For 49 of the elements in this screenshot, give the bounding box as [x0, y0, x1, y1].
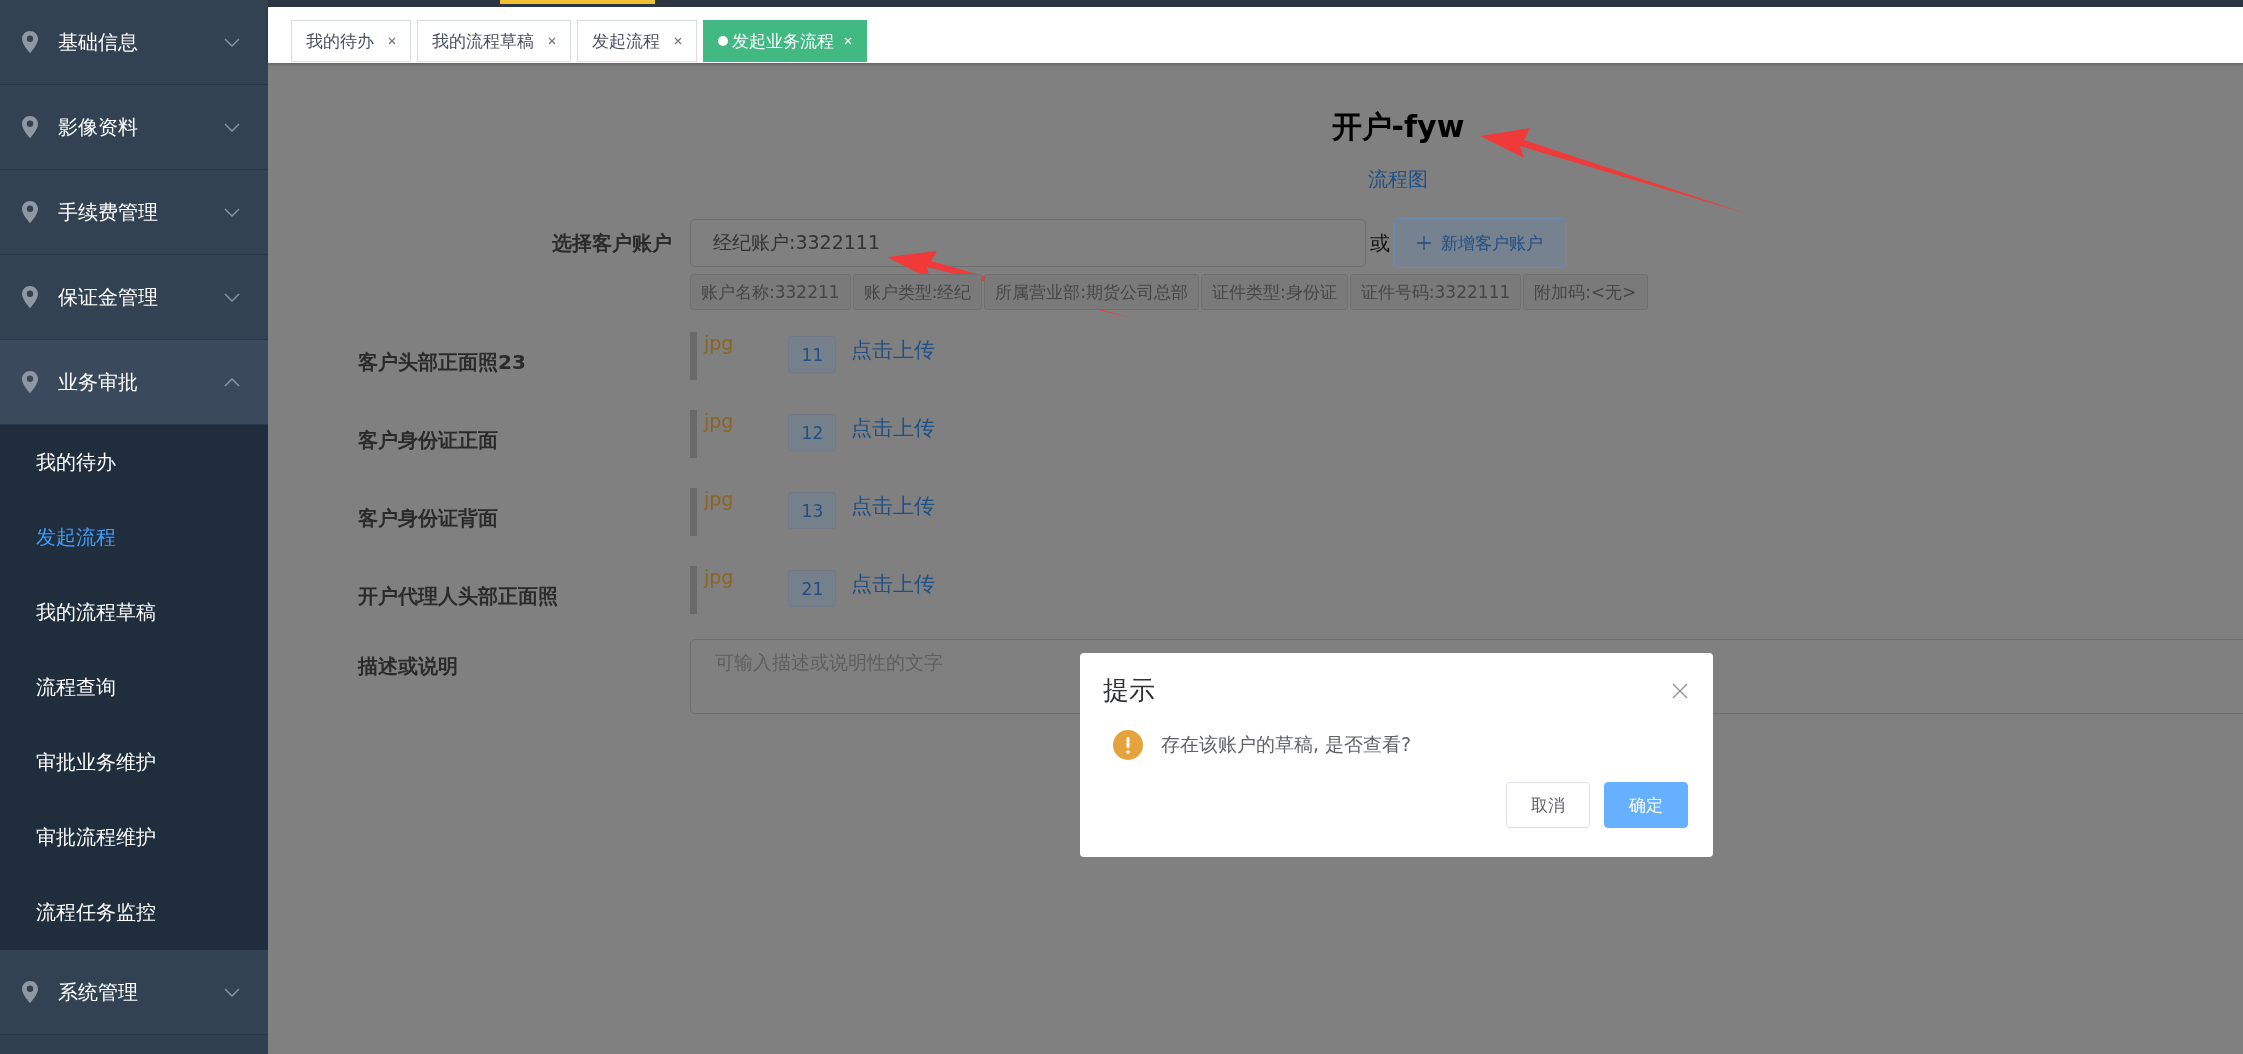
menu-item[interactable]: 我的待办 — [0, 425, 268, 500]
field-label: 描述或说明 — [358, 653, 459, 680]
tab[interactable]: 我的待办 — [291, 20, 411, 62]
field-label: 客户身份证正面 — [358, 427, 499, 454]
chevron-down-icon — [224, 37, 240, 47]
tab[interactable]: 我的流程草稿 — [417, 20, 571, 62]
field-label: 客户头部正面照23 — [358, 349, 527, 376]
dialog-title: 提示 — [1103, 674, 1155, 707]
close-icon[interactable] — [388, 37, 396, 45]
chevron-down-icon — [224, 292, 240, 302]
location-pin-icon — [22, 371, 38, 393]
location-pin-icon — [22, 286, 38, 308]
location-pin-icon — [22, 116, 38, 138]
close-icon[interactable] — [548, 37, 556, 45]
location-pin-icon — [22, 201, 38, 223]
chevron-up-icon — [224, 377, 240, 387]
menu-item[interactable]: 审批流程维护 — [0, 800, 268, 875]
plus-icon — [1417, 236, 1431, 250]
menu-group[interactable]: 业务审批 — [0, 340, 268, 425]
count-badge: 11 — [788, 336, 837, 373]
dot-icon — [718, 36, 728, 46]
chevron-down-icon — [224, 122, 240, 132]
location-pin-icon — [22, 981, 38, 1003]
file-type: jpg — [704, 566, 734, 588]
dialog-message: 存在该账户的草稿, 是否查看? — [1161, 732, 1412, 757]
field-label: 开户代理人头部正面照 — [358, 583, 559, 610]
page-title: 开户-fyw — [1331, 108, 1465, 146]
or-text: 或 — [1370, 229, 1390, 257]
menu-item[interactable]: 发起流程 — [0, 500, 268, 575]
menu-item[interactable]: 流程任务监控 — [0, 875, 268, 950]
field-label: 客户身份证背面 — [358, 505, 499, 532]
chevron-down-icon — [224, 207, 240, 217]
menu-item[interactable]: 流程查询 — [0, 650, 268, 725]
file-type: jpg — [704, 488, 734, 510]
close-icon[interactable] — [674, 37, 682, 45]
count-badge: 21 — [788, 570, 837, 607]
count-badge: 13 — [788, 492, 837, 529]
menu-item[interactable]: 审批业务维护 — [0, 725, 268, 800]
count-badge: 12 — [788, 414, 837, 451]
file-type: jpg — [704, 410, 734, 432]
tab[interactable]: 发起流程 — [577, 20, 697, 62]
cancel-button[interactable]: 取消 — [1506, 782, 1590, 828]
close-icon[interactable] — [1672, 682, 1688, 699]
warning-icon — [1113, 730, 1143, 760]
field-label: 选择客户账户 — [551, 230, 673, 257]
chevron-down-icon — [224, 987, 240, 997]
file-type: jpg — [704, 332, 734, 354]
menu-item[interactable]: 我的流程草稿 — [0, 575, 268, 650]
location-pin-icon — [22, 31, 38, 53]
